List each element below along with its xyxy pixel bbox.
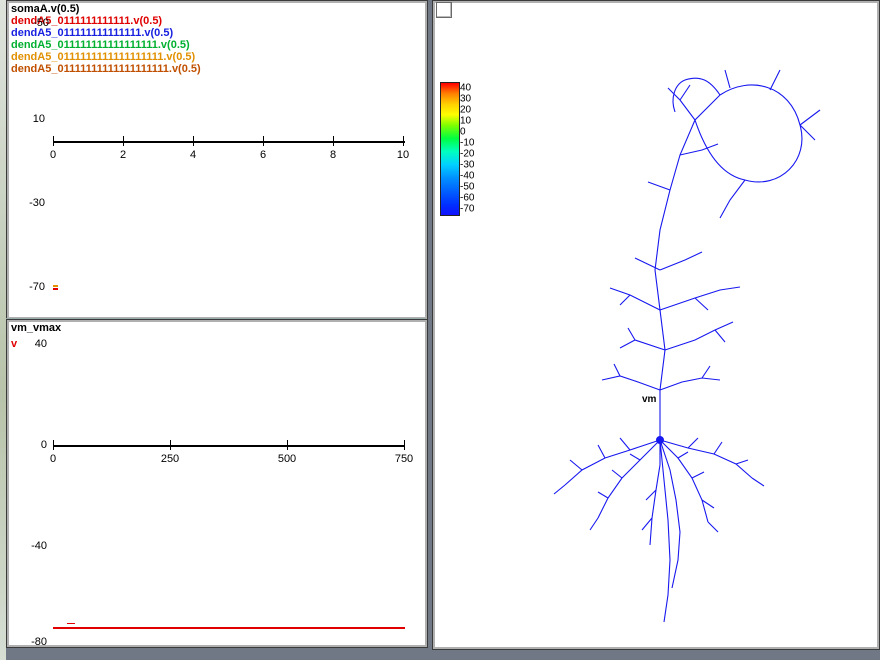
axis-tick — [263, 136, 264, 146]
x-tick-label: 4 — [190, 149, 196, 161]
legend-item: somaA.v(0.5) — [11, 3, 79, 15]
axis-tick — [333, 136, 334, 146]
axis-tick — [404, 440, 405, 450]
axis-tick — [170, 440, 171, 450]
x-tick-label: 0 — [50, 149, 56, 161]
workspace: somaA.v(0.5) dendA5_0111111111111.v(0.5)… — [0, 0, 880, 660]
menu-square-button[interactable] — [436, 2, 452, 18]
axis-tick — [123, 136, 124, 146]
x-tick-label: 6 — [260, 149, 266, 161]
trace-line — [53, 627, 405, 629]
x-axis — [53, 445, 405, 447]
legend-item: dendA5_01111111111111111111.v(0.5) — [11, 63, 201, 75]
x-tick-label: 8 — [330, 149, 336, 161]
legend-item: dendA5_0111111111111111111.v(0.5) — [11, 51, 195, 63]
color-scale — [440, 82, 460, 216]
y-tick-label: 0 — [17, 439, 47, 451]
x-tick-label: 2 — [120, 149, 126, 161]
x-tick-label: 250 — [161, 453, 179, 465]
recording-point-label: vm — [642, 394, 656, 405]
data-mark — [53, 288, 58, 290]
x-tick-label: 10 — [397, 149, 409, 161]
x-axis — [53, 141, 405, 143]
x-tick-label: 500 — [278, 453, 296, 465]
y-tick-label: -40 — [17, 540, 47, 552]
y-tick-label: 40 — [17, 338, 47, 350]
y-tick-label: -70 — [15, 281, 45, 293]
graph-panel-top[interactable]: somaA.v(0.5) dendA5_0111111111111.v(0.5)… — [6, 0, 428, 320]
y-tick-label: -30 — [15, 197, 45, 209]
y-tick-label: 10 — [15, 113, 45, 125]
neuron-morphology[interactable] — [470, 40, 870, 640]
x-tick-label: 750 — [395, 453, 413, 465]
trace-line — [67, 623, 75, 624]
x-tick-label: 0 — [50, 453, 56, 465]
y-tick-label: -50 — [15, 17, 49, 29]
color-scale-label: 0 — [460, 127, 466, 138]
graph-title: vm_vmax — [11, 322, 61, 334]
legend-item: dendA5_011111111111111111.v(0.5) — [11, 39, 190, 51]
axis-tick — [53, 440, 54, 450]
axis-tick — [53, 136, 54, 146]
graph-panel-bottom[interactable]: vm_vmax v 40 0 -40 -80 0 250 500 750 — [6, 319, 428, 648]
axis-tick — [193, 136, 194, 146]
axis-tick — [287, 440, 288, 450]
axis-tick — [403, 136, 404, 146]
y-tick-label: -80 — [17, 636, 47, 648]
data-mark — [53, 285, 58, 287]
